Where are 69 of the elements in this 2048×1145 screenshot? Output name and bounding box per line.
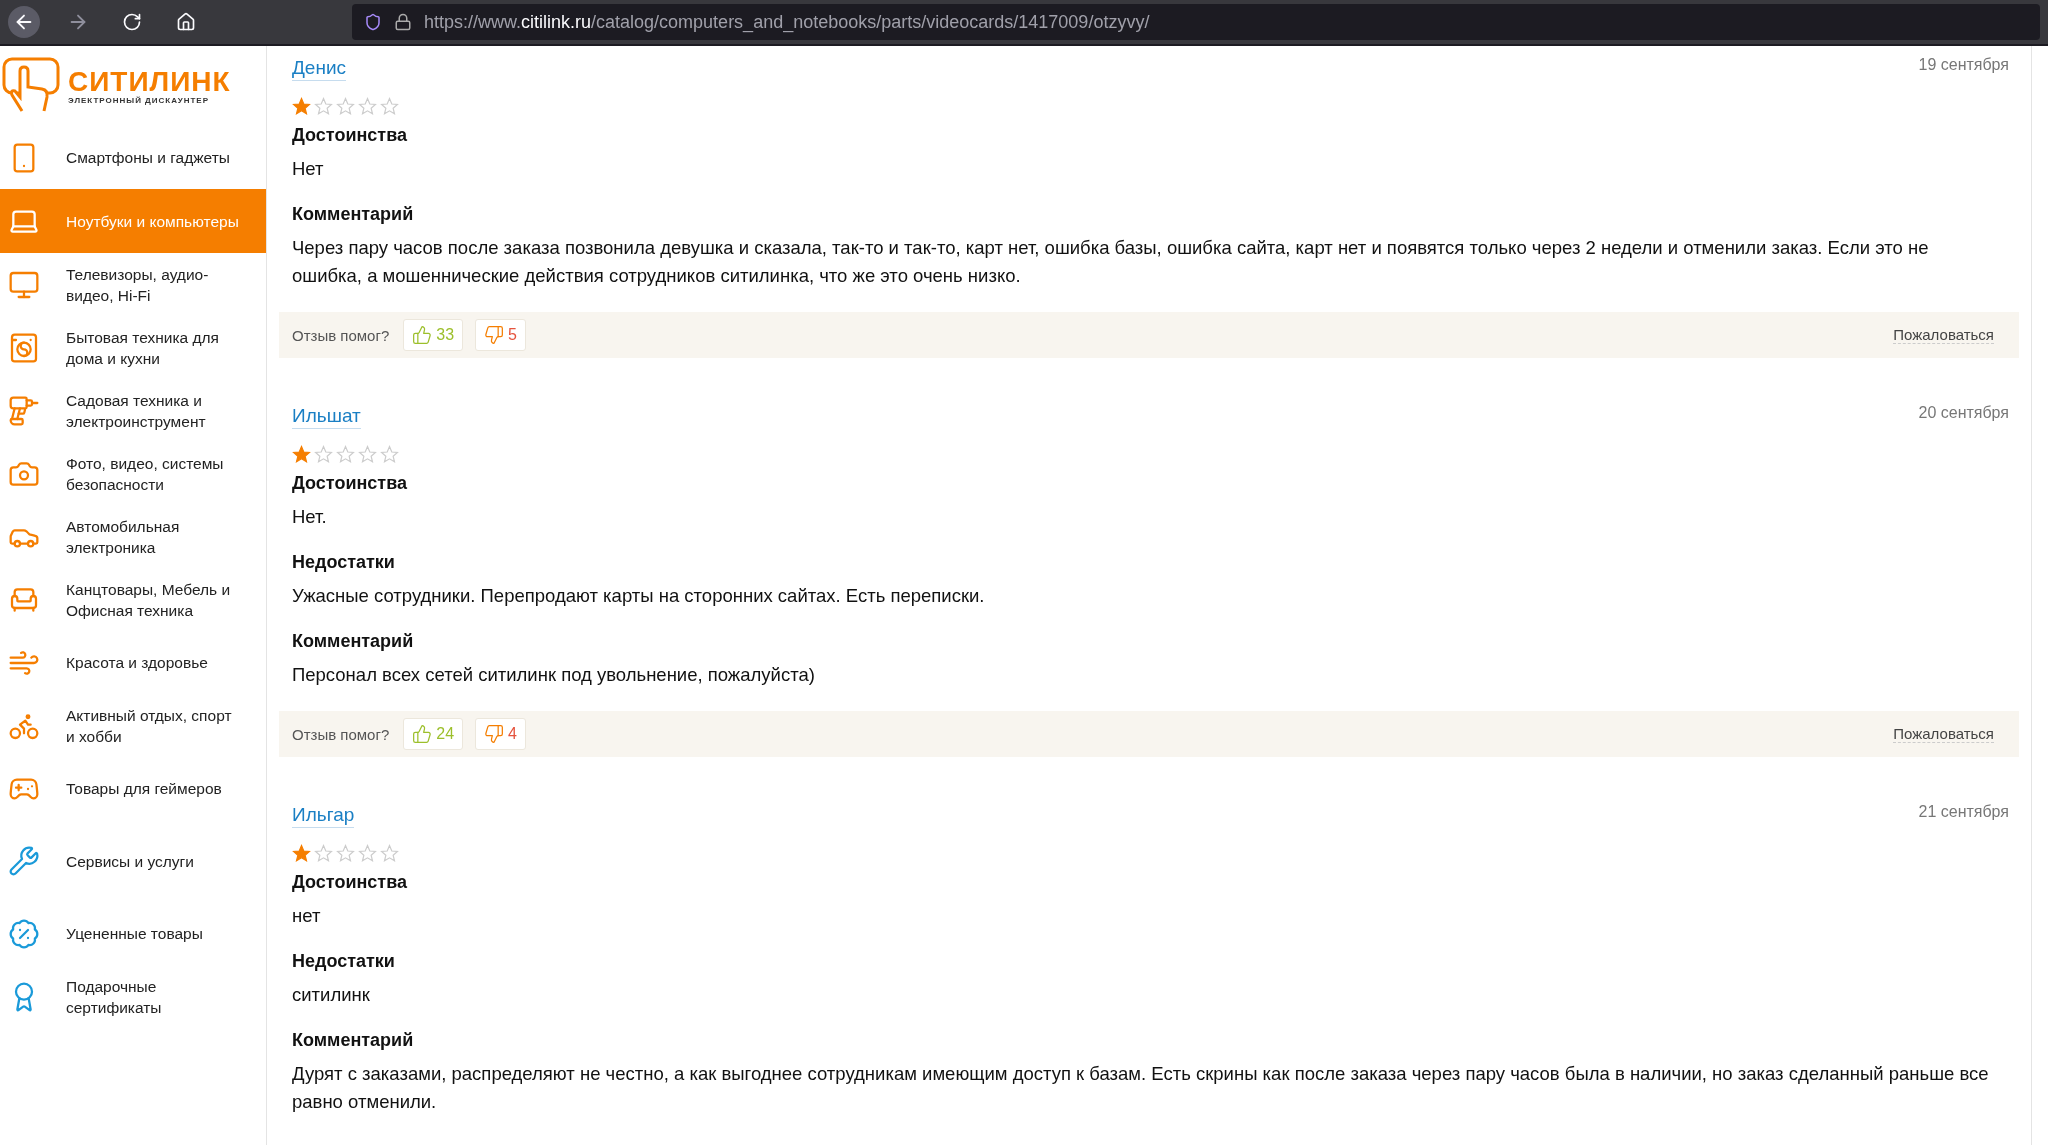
empty-star-icon [336, 844, 355, 863]
section-text: Нет [292, 157, 325, 181]
logo-wordmark: СИТИЛИНК [68, 67, 231, 96]
thumbs-down-icon [484, 724, 505, 744]
category-item[interactable]: Смартфоны и гаджеты [0, 126, 266, 189]
helpful-question: Отзыв помог? [292, 725, 390, 743]
empty-star-icon [314, 97, 333, 116]
filled-star-icon [292, 445, 311, 464]
lock-icon [394, 13, 412, 31]
review-date: 19 сентября [1918, 56, 2009, 75]
report-link[interactable]: Пожаловаться [1893, 326, 1994, 344]
section-text: Нет. [292, 505, 328, 529]
empty-star-icon [336, 445, 355, 464]
author-link[interactable]: Ильшат [292, 404, 361, 429]
empty-star-icon [314, 445, 333, 464]
filled-star-icon [292, 844, 311, 863]
logo-tagline: ЭЛЕКТРОННЫЙ ДИСКАУНТЕР [68, 95, 210, 105]
section-text: Ужасные сотрудники. Перепродают карты на сторонних сайтах. Есть переписки. [292, 584, 986, 608]
category-item[interactable]: Фото, видео, системы безопасности [0, 442, 266, 505]
category-item[interactable]: Бытовая техника для дома и кухни [0, 316, 266, 379]
empty-star-icon [380, 445, 399, 464]
helpful-question: Отзыв помог? [292, 326, 390, 344]
section-heading: Достоинства [292, 871, 408, 894]
review-date: 20 сентября [1918, 404, 2009, 423]
category-item[interactable]: Телевизоры, аудио-видео, Hi-Fi [0, 253, 266, 316]
section-text: ситилинк [292, 983, 371, 1007]
review-date: 21 сентября [1918, 803, 2009, 822]
section-heading: Комментарий [292, 203, 415, 226]
dislike-button[interactable]: 4 [475, 718, 526, 750]
empty-star-icon [380, 844, 399, 863]
dislike-button[interactable]: 5 [475, 319, 526, 351]
empty-star-icon [358, 844, 377, 863]
address-bar[interactable]: https://www.citilink.ru/catalog/computers_and_notebooks/parts/videocards/1417009/otzyvy/ [352, 4, 2040, 40]
section-text: Дурят с заказами, распределяют не честно, а как выгоднее сотрудникам имеющим доступ к базам. Есть скрины как после заказа через пару часов была в наличии, но заказ сделанный раньше все равно отменили. [292, 1062, 1990, 1114]
thumbs-down-icon [484, 325, 505, 345]
empty-star-icon [380, 97, 399, 116]
back-button[interactable] [8, 6, 40, 38]
section-text: Персонал всех сетей ситилинк под увольнение, пожалуйста) [292, 663, 816, 687]
section-heading: Достоинства [292, 124, 408, 147]
empty-star-icon [314, 844, 333, 863]
section-heading: Комментарий [292, 1029, 415, 1052]
section-heading: Недостатки [292, 551, 396, 574]
section-text: нет [292, 904, 322, 928]
category-item[interactable]: Красота и здоровье [0, 631, 266, 694]
author-link[interactable]: Денис [292, 56, 347, 81]
url-text: https://www.citilink.ru/catalog/computers_and_notebooks/parts/videocards/1417009/otzyvy/ [424, 11, 1150, 33]
category-item[interactable]: Сервисы и услуги [0, 820, 266, 902]
shield-icon [364, 13, 382, 31]
report-link[interactable]: Пожаловаться [1893, 725, 1994, 743]
section-heading: Недостатки [292, 950, 396, 973]
section-text: Через пару часов после заказа позвонила девушка и сказала, так-то и так-то, карт нет, ошибка базы, ошибка сайта, карт нет и появятся только через 2 недели и отменили заказ. Если это не ошибка, а мошеннические действия сотрудников ситилинка, что же это очень низко. [292, 236, 1930, 288]
home-icon [176, 12, 196, 32]
category-item[interactable]: Подарочные сертификаты [0, 965, 266, 1028]
thumbs-up-icon [412, 724, 433, 744]
category-item[interactable]: Автомобильная электроника [0, 505, 266, 568]
empty-star-icon [336, 97, 355, 116]
category-item[interactable]: Товары для геймеров [0, 757, 266, 820]
section-heading: Комментарий [292, 630, 415, 653]
reload-icon [122, 12, 142, 32]
empty-star-icon [358, 97, 377, 116]
empty-star-icon [358, 445, 377, 464]
filled-star-icon [292, 97, 311, 116]
author-link[interactable]: Ильгар [292, 803, 355, 828]
section-heading: Достоинства [292, 472, 408, 495]
category-item[interactable]: Активный отдых, спорт и хобби [0, 694, 266, 757]
category-item[interactable]: Канцтовары, Мебель и Офисная техника [0, 568, 266, 631]
category-item[interactable]: Садовая техника и электроинструмент [0, 379, 266, 442]
thumbs-up-icon [412, 325, 433, 345]
category-item[interactable]: Уцененные товары [0, 902, 266, 965]
